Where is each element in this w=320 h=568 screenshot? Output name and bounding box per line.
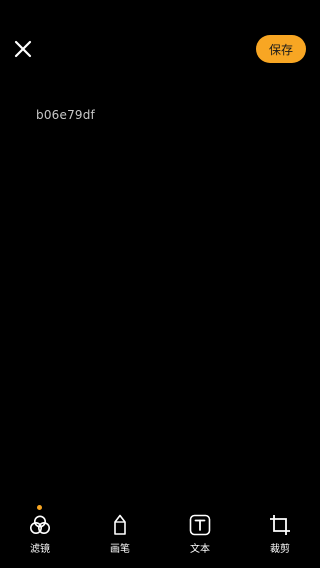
tool-brush[interactable]: 画笔 bbox=[90, 500, 150, 560]
active-indicator bbox=[117, 505, 122, 510]
close-icon bbox=[14, 40, 32, 58]
tool-brush-label: 画笔 bbox=[110, 544, 130, 555]
close-button[interactable] bbox=[10, 36, 36, 62]
editor-toolbar: 滤镜 画笔 文本 裁剪 bbox=[0, 500, 320, 568]
tool-filter-label: 滤镜 bbox=[30, 544, 50, 555]
tool-text-label: 文本 bbox=[190, 544, 210, 555]
brush-icon bbox=[114, 514, 126, 535]
tool-crop[interactable]: 裁剪 bbox=[250, 500, 310, 560]
tool-text[interactable]: 文本 bbox=[170, 500, 230, 560]
tool-crop-label: 裁剪 bbox=[270, 544, 290, 555]
tool-filter[interactable]: 滤镜 bbox=[10, 500, 70, 560]
text-icon bbox=[189, 514, 211, 536]
active-indicator bbox=[37, 505, 42, 510]
image-placeholder-text: b06e79df bbox=[36, 108, 95, 122]
filter-icon bbox=[30, 515, 50, 534]
crop-icon bbox=[270, 515, 290, 535]
active-indicator bbox=[197, 505, 202, 510]
save-button[interactable]: 保存 bbox=[256, 35, 306, 63]
active-indicator bbox=[277, 505, 282, 510]
